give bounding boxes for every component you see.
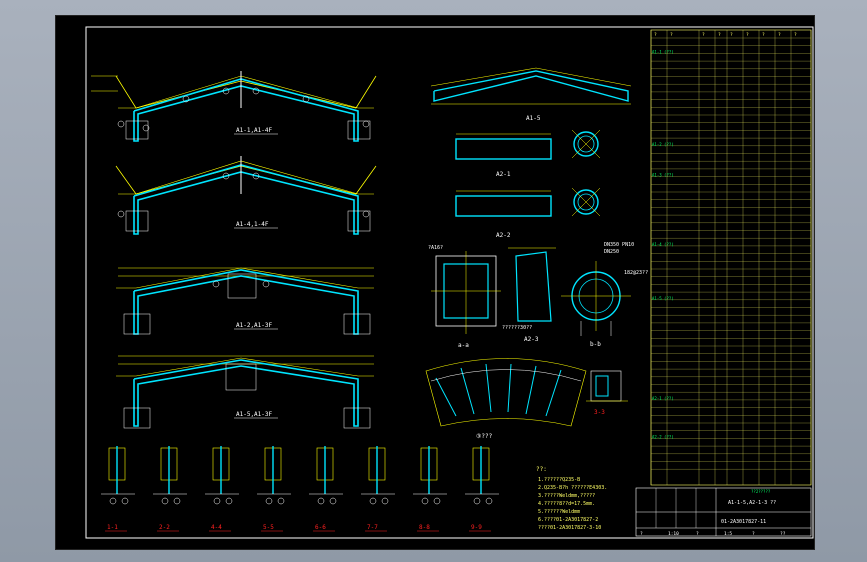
- detail-label: 5-5: [263, 524, 274, 531]
- view-a2-1: [455, 129, 601, 160]
- view-label-frame4: A1-5,A1-3F: [236, 411, 273, 418]
- view-label-a21: A2-1: [496, 171, 511, 178]
- table-header-cell: ?: [670, 32, 673, 38]
- detail-label: 8-8: [419, 524, 430, 531]
- drawing-frame: A1-1,A1-4F A1-4,1-4F A1-2,A1-3F A1-5,A1-…: [55, 15, 815, 550]
- table-group-label: A1-1 (??): [652, 49, 674, 54]
- note-line: 4.?????8??d=17.5mm.: [538, 501, 595, 507]
- notes-heading: ??:: [536, 466, 547, 473]
- table-header-cell: ?: [794, 32, 797, 38]
- detail-label: 4-4: [211, 524, 222, 531]
- title-block-cell: ?: [640, 531, 643, 537]
- section-a-a: [431, 251, 501, 334]
- view-label-33: 3-3: [594, 409, 605, 416]
- detail-label: 9-9: [471, 524, 482, 531]
- plate-fan-view: [425, 358, 587, 427]
- detail-7-7: 7-7: [361, 446, 395, 532]
- section-3-3: [586, 370, 628, 402]
- drawing-border: [85, 26, 814, 539]
- view-label-frame2: A1-4,1-4F: [236, 221, 269, 228]
- title-block: [635, 487, 812, 537]
- table-group-label: A1-5 (??): [652, 296, 674, 301]
- title-block-cell: 1:10: [668, 531, 679, 537]
- table-group-label: A1-2 (??): [652, 142, 674, 147]
- view-a2-3: [508, 247, 556, 322]
- dim-note: 182@23??: [624, 270, 648, 276]
- view-label-plate: ③???: [476, 433, 493, 440]
- view-label-bb: b-b: [590, 341, 601, 348]
- detail-6-6: 6-6: [309, 446, 343, 532]
- table-header-cell: ?: [762, 32, 765, 38]
- detail-label: 1-1: [107, 524, 118, 531]
- pipe-spec-2: DN250: [604, 249, 619, 255]
- section-b-b: [561, 261, 631, 336]
- table-header-cell: ?: [746, 32, 749, 38]
- title-block-cell: ?: [752, 531, 755, 537]
- detail-5-5: 5-5: [257, 446, 291, 532]
- view-a1-5: [430, 67, 632, 105]
- view-a2-2: [455, 187, 601, 217]
- table-group-label: A1-3 (??): [652, 173, 674, 178]
- detail-label: 2-2: [159, 524, 170, 531]
- view-label-a23: A2-3: [524, 336, 539, 343]
- view-label-a15: A1-5: [526, 115, 541, 122]
- table-header-cell: ?: [730, 32, 733, 38]
- detail-row: 1-1 2-2 4-4 5-5 6-6 7-7 8-8 9-9: [101, 446, 499, 532]
- view-label-a22: A2-2: [496, 232, 511, 239]
- title-block-cell: ??: [780, 531, 786, 537]
- note-line: 6.????01-2A3017827-2: [538, 517, 598, 523]
- table-footer: ??2?????: [751, 489, 771, 494]
- note-line: ????01-2A3017827-3-10: [538, 525, 601, 531]
- table-header-cell: ?: [778, 32, 781, 38]
- a23-note: ??????30??: [502, 325, 532, 331]
- pipe-spec-1: DN350 PN10: [604, 242, 634, 248]
- note-line: 3.?????Weldmm,?????: [538, 493, 595, 499]
- title-block-cell: 1:5: [724, 531, 732, 537]
- notes-list: 1.??????Q235-B 2.Q235-B?h ??????E4303. 3.?…: [538, 477, 607, 531]
- title-block-drawing-no: 01-2A3017827-11: [721, 519, 766, 525]
- table-header-cell: ?: [702, 32, 705, 38]
- view-label-frame3: A1-2,A1-3F: [236, 322, 273, 329]
- frame-elevation-1: [91, 71, 377, 142]
- table-header-cell: ?: [718, 32, 721, 38]
- table-header-cell: ?: [654, 32, 657, 38]
- detail-label: 6-6: [315, 524, 326, 531]
- view-label-frame1: A1-1,A1-4F: [236, 127, 273, 134]
- title-block-cell: ?: [696, 531, 699, 537]
- detail-9-9: 9-9: [465, 446, 499, 532]
- parts-table: ??????????A1-1 (??)A1-2 (??)A1-3 (??)A1-…: [650, 29, 812, 494]
- detail-label: 7-7: [367, 524, 378, 531]
- note-line: 5.??????Weldmm: [538, 509, 580, 515]
- note-line: 2.Q235-B?h ??????E4303.: [538, 485, 607, 491]
- detail-2-2: 2-2: [153, 446, 187, 532]
- note-line: 1.??????Q235-B: [538, 477, 580, 483]
- title-block-title: A1-1-5,A2-1-3 ??: [728, 500, 776, 506]
- table-group-label: A2-2 (??): [652, 434, 674, 439]
- detail-8-8: 8-8: [413, 446, 447, 532]
- detail-4-4: 4-4: [205, 446, 239, 532]
- view-label-aa: a-a: [458, 342, 469, 349]
- table-group-label: A2-1 (??): [652, 396, 674, 401]
- dim-ta: ?A16?: [428, 245, 443, 251]
- table-group-label: A1-4 (??): [652, 242, 674, 247]
- detail-1-1: 1-1: [101, 446, 135, 532]
- cad-drawing: A1-1,A1-4F A1-4,1-4F A1-2,A1-3F A1-5,A1-…: [85, 26, 814, 539]
